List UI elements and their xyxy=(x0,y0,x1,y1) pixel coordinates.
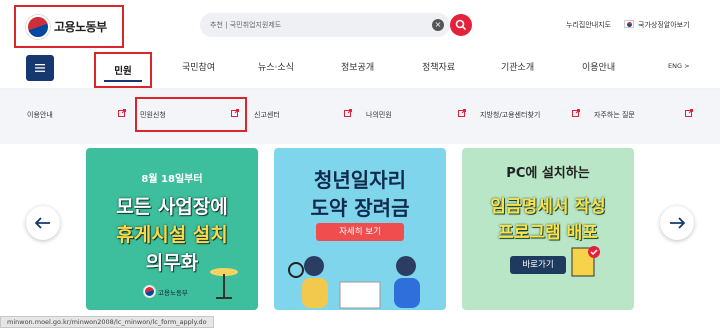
hamburger-icon xyxy=(35,64,45,72)
banner-footer-text: 고용노동부 xyxy=(158,288,188,297)
submenu-item-apply[interactable]: 민원신청 xyxy=(140,110,166,120)
submenu-item-report[interactable]: 신고센터 xyxy=(254,110,280,120)
banner-rest-facility[interactable]: 8월 18일부터 모든 사업장에 휴게시설 설치 의무화 고용노동부 xyxy=(86,148,258,310)
external-link-icon xyxy=(572,109,580,117)
banner-headline: 도약 장려금 xyxy=(310,196,410,220)
status-bar-url: minwon.moel.go.kr/minwon2008/lc_minwon/l… xyxy=(0,316,214,328)
external-link-icon xyxy=(118,109,126,117)
carousel-prev-button[interactable] xyxy=(26,206,60,240)
banner-youth-jobs[interactable]: 청년일자리 도약 장려금 자세히 보기 xyxy=(274,148,446,310)
banner-headline: 청년일자리 xyxy=(314,168,406,192)
external-link-icon xyxy=(685,109,693,117)
clear-search-icon[interactable]: × xyxy=(432,19,444,31)
banner-subhead: PC에 설치하는 xyxy=(506,166,590,181)
carousel-next-button[interactable] xyxy=(660,206,694,240)
banner-headline: 프로그램 배포 xyxy=(498,223,598,243)
arrow-left-icon xyxy=(35,217,50,229)
external-link-icon xyxy=(458,109,466,117)
search-button[interactable] xyxy=(450,14,472,36)
submenu-item-guide[interactable]: 이용안내 xyxy=(27,110,53,120)
flag-icon xyxy=(624,20,634,28)
hamburger-menu-button[interactable] xyxy=(26,55,54,81)
banner-date: 8월 18일부터 xyxy=(141,174,203,185)
search-input[interactable]: 추천 | 국민취업지원제도 xyxy=(200,13,450,37)
document-check-icon xyxy=(571,246,600,277)
banner-headline: 모든 사업장에 xyxy=(116,196,228,218)
banner-wage-statement[interactable]: PC에 설치하는 임금명세서 작성 프로그램 배포 바로가기 xyxy=(462,148,634,310)
chair-table-icon xyxy=(210,268,238,299)
nav-item-about[interactable]: 기관소개 xyxy=(501,60,534,73)
people-illustration-icon xyxy=(288,256,420,309)
nav-item-participation[interactable]: 국민참여 xyxy=(182,60,215,73)
banner-headline: 휴게시설 설치 xyxy=(116,224,228,246)
search-icon xyxy=(455,19,467,31)
logo-text: 고용노동부 xyxy=(54,20,107,34)
nav-item-news[interactable]: 뉴스·소식 xyxy=(258,60,294,73)
taegeuk-emblem-icon xyxy=(26,14,50,39)
banner-headline: 임금명세서 작성 xyxy=(490,197,606,217)
taegeuk-emblem-icon xyxy=(144,286,155,297)
external-link-icon xyxy=(231,109,239,117)
submenu-item-my-minwon[interactable]: 나의민원 xyxy=(366,110,392,120)
arrow-right-icon xyxy=(670,217,685,229)
ministry-logo[interactable]: 고용노동부 xyxy=(14,5,124,48)
nav-item-guide[interactable]: 이용안내 xyxy=(582,60,615,73)
banner-detail-button[interactable]: 자세히 보기 xyxy=(316,223,404,241)
national-symbol-link[interactable]: 국가상징알아보기 xyxy=(638,20,690,30)
banner-go-button[interactable]: 바로가기 xyxy=(510,256,566,274)
external-link-icon xyxy=(344,109,352,117)
nav-item-disclosure[interactable]: 정보공개 xyxy=(341,60,374,73)
submenu-item-faq[interactable]: 자주하는 질문 xyxy=(594,110,635,120)
submenu-item-find-office[interactable]: 지방청/고용센터찾기 xyxy=(480,110,540,120)
language-link[interactable]: ENG > xyxy=(668,62,690,70)
nav-item-minwon[interactable]: 민원 xyxy=(94,52,152,88)
banner-footer-logo: 고용노동부 xyxy=(144,286,188,297)
sitemap-link[interactable]: 누리집안내지도 xyxy=(566,20,611,30)
nav-item-policy[interactable]: 정책자료 xyxy=(422,60,455,73)
